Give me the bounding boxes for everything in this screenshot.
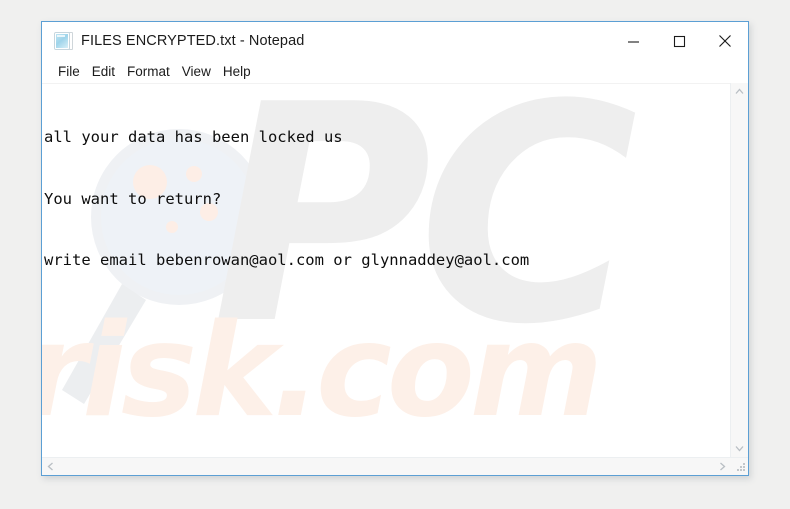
ransom-note-text[interactable]: all your data has been locked us You wan… (42, 84, 730, 312)
note-line-1: all your data has been locked us (44, 128, 343, 146)
editor-row: PC risk.com all your data has been locke… (42, 83, 748, 457)
close-icon (719, 35, 731, 47)
minimize-icon (627, 40, 639, 43)
scroll-right-button[interactable] (714, 458, 731, 475)
window-title: FILES ENCRYPTED.txt - Notepad (81, 33, 305, 49)
menu-item-format[interactable]: Format (121, 62, 176, 82)
note-line-2: You want to return? (44, 189, 222, 208)
text-editing-area[interactable]: PC risk.com all your data has been locke… (42, 83, 730, 457)
horizontal-scrollbar-row (42, 457, 748, 475)
title-bar[interactable]: FILES ENCRYPTED.txt - Notepad (42, 22, 748, 61)
menu-item-view[interactable]: View (176, 62, 217, 82)
scroll-up-button[interactable] (731, 83, 748, 100)
close-button[interactable] (702, 22, 748, 60)
menu-item-help[interactable]: Help (217, 62, 257, 82)
menu-item-file[interactable]: File (52, 62, 86, 82)
resize-grip-dots-icon (737, 463, 745, 471)
menu-bar: File Edit Format View Help (42, 61, 748, 83)
watermark-risk-text: risk.com (42, 297, 603, 446)
chevron-up-icon (735, 88, 744, 94)
vertical-scrollbar[interactable] (730, 83, 748, 457)
minimize-button[interactable] (610, 22, 656, 60)
resize-grip-icon[interactable] (731, 458, 748, 475)
maximize-icon (673, 35, 685, 47)
scroll-left-button[interactable] (42, 458, 59, 475)
chevron-right-icon (720, 462, 726, 471)
window-controls (610, 22, 748, 60)
note-line-3: write email bebenrowan@aol.com or glynna… (44, 251, 530, 269)
editor-body: PC risk.com all your data has been locke… (42, 83, 748, 475)
chevron-left-icon (47, 462, 53, 471)
scroll-down-button[interactable] (731, 440, 748, 457)
notepad-document-icon (55, 32, 73, 50)
notepad-window: FILES ENCRYPTED.txt - Notepad File Edit … (41, 21, 749, 476)
menu-item-edit[interactable]: Edit (86, 62, 121, 82)
maximize-button[interactable] (656, 22, 702, 60)
chevron-down-icon (735, 446, 744, 452)
horizontal-scrollbar[interactable] (42, 458, 731, 475)
